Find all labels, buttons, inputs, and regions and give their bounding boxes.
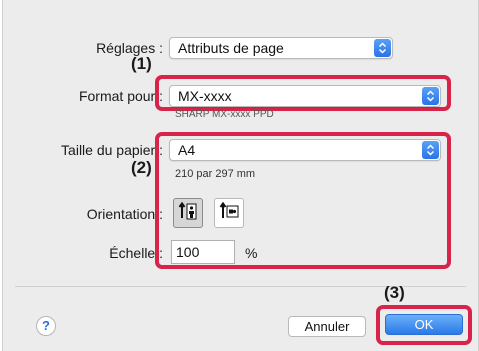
settings-label: Réglages : [96, 40, 163, 56]
format-subtext: SHARP MX-xxxx PPD [175, 109, 274, 120]
settings-value: Attributs de page [178, 40, 284, 56]
paper-size-popup[interactable]: A4 [169, 139, 441, 161]
cancel-button[interactable]: Annuler [288, 316, 366, 337]
paper-size-value: A4 [178, 142, 196, 158]
landscape-orientation-icon [218, 200, 240, 227]
popup-arrows-icon [374, 39, 391, 57]
scale-unit: % [245, 245, 258, 261]
format-label: Format pour : [78, 88, 163, 104]
paper-dimensions: 210 par 297 mm [175, 168, 256, 180]
orientation-landscape-button[interactable] [214, 198, 244, 228]
page-setup-dialog: Réglages : Attributs de page (1) Format … [2, 0, 479, 351]
step-1-marker: (1) [131, 54, 152, 73]
help-button[interactable]: ? [36, 316, 56, 336]
format-popup[interactable]: MX-xxxx [169, 85, 441, 107]
popup-arrows-icon [422, 141, 439, 159]
format-value: MX-xxxx [178, 88, 232, 104]
step-3-marker: (3) [384, 283, 405, 302]
settings-popup[interactable]: Attributs de page [169, 37, 393, 59]
orientation-portrait-button[interactable] [173, 198, 203, 228]
portrait-orientation-icon [177, 200, 199, 227]
scale-input[interactable]: 100 [171, 240, 235, 264]
paper-size-label: Taille du papier : [61, 142, 163, 158]
step-2-marker: (2) [131, 158, 152, 177]
ok-button[interactable]: OK [385, 314, 463, 335]
orientation-label: Orientation : [86, 206, 163, 222]
popup-arrows-icon [422, 87, 439, 105]
scale-label: Échelle : [109, 245, 163, 261]
